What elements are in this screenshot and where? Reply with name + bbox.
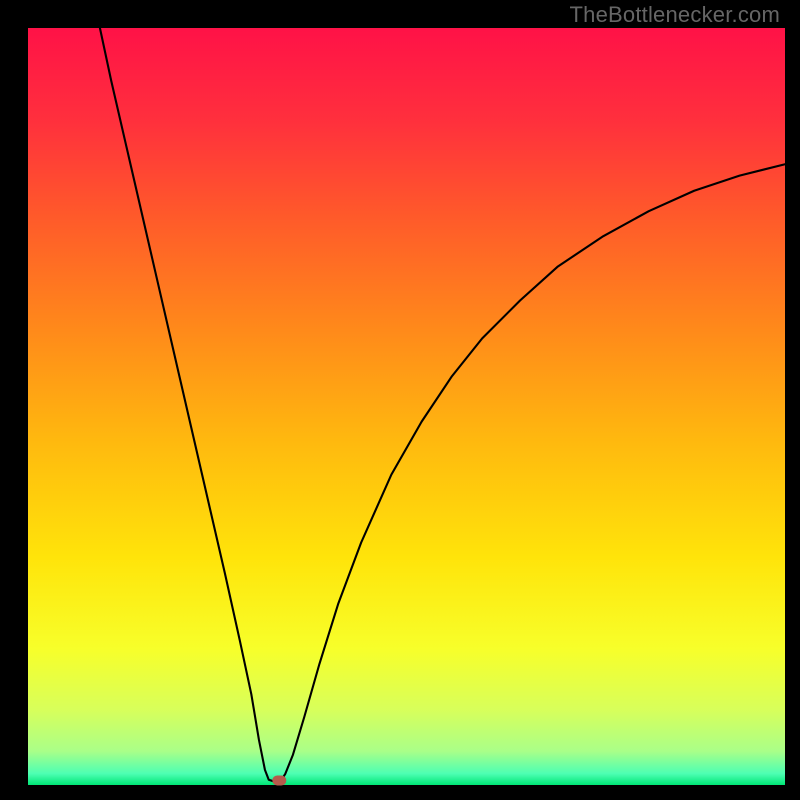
chart-canvas bbox=[0, 0, 800, 800]
chart-frame: TheBottlenecker.com bbox=[0, 0, 800, 800]
current-config-marker bbox=[272, 775, 286, 785]
plot-background bbox=[28, 28, 785, 785]
